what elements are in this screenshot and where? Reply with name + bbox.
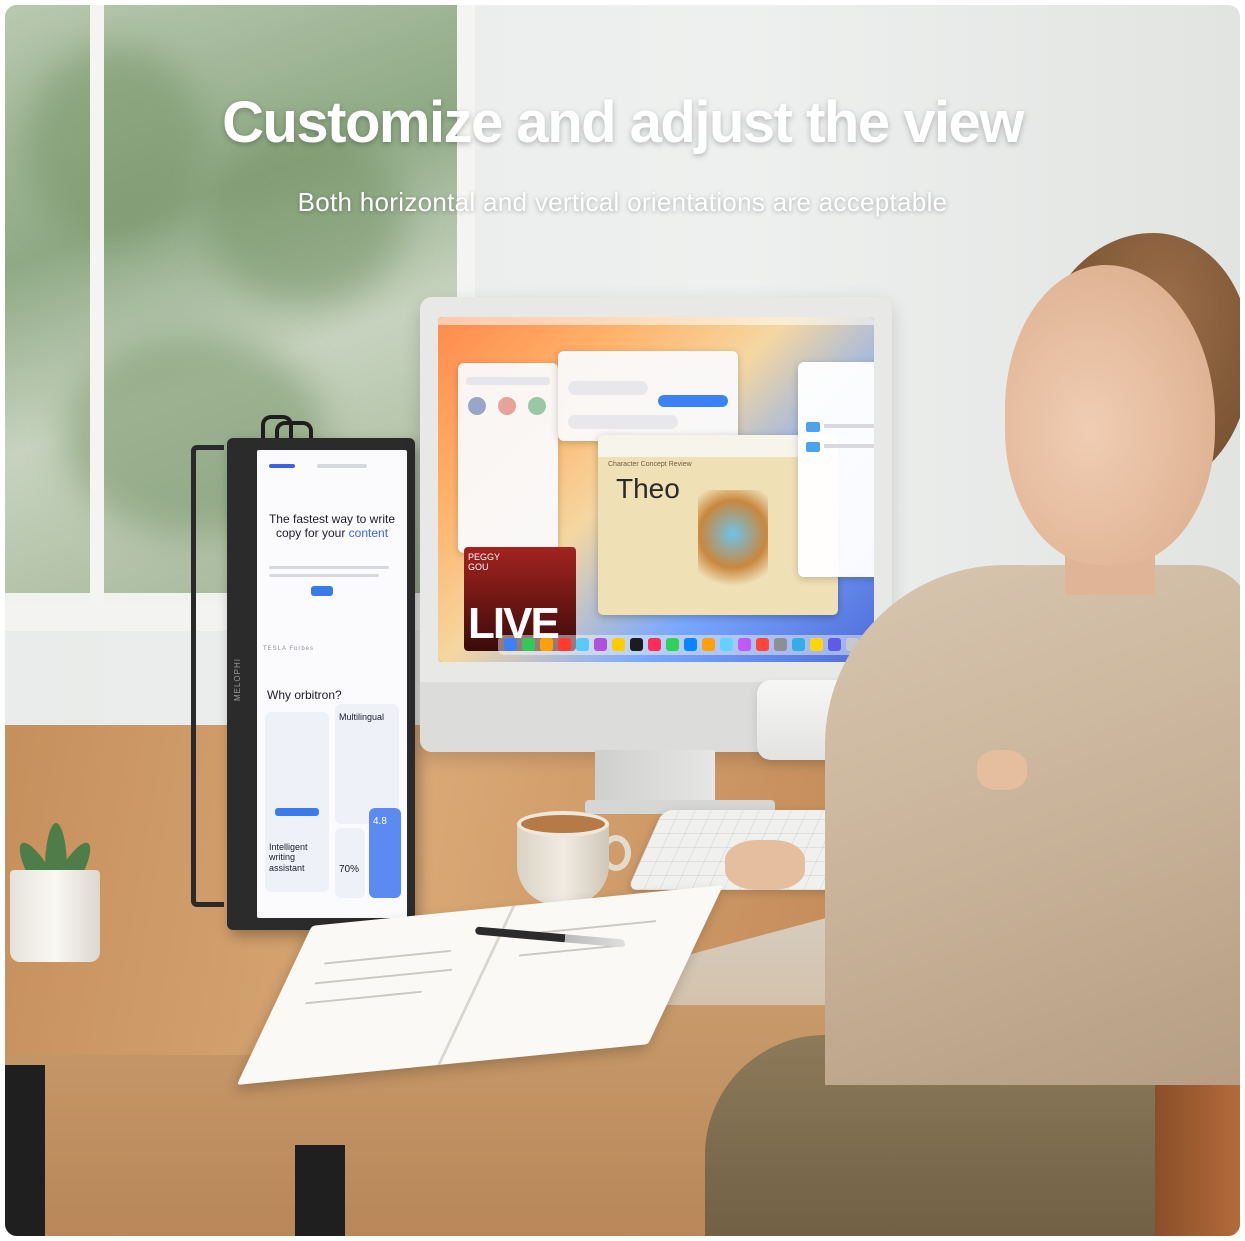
portable-monitor-screen: The fastest way to write copy for your c… — [257, 450, 407, 918]
page-subtitle: Both horizontal and vertical orientation… — [297, 187, 948, 217]
files-panel — [798, 362, 874, 577]
page-title: Customize and adjust the view — [222, 90, 1024, 155]
person-sweater — [825, 565, 1240, 1085]
portable-monitor: MELOPHI The fastest way to write copy fo… — [227, 438, 415, 930]
desk-leg — [5, 1065, 45, 1236]
messages-window — [558, 351, 738, 441]
pm-card-right: Multilingual — [335, 704, 399, 824]
pm-cta-button — [311, 586, 333, 596]
pm-stat-2: 70% — [339, 864, 360, 875]
person-hand — [725, 840, 805, 890]
pm-client-logos: TESLA Forbes — [263, 646, 315, 652]
design-window-title: Theo — [616, 473, 680, 504]
pm-headline: The fastest way to write copy for your c… — [265, 512, 399, 541]
pm-section-title: Why orbitron? — [267, 688, 342, 702]
monitor-brand: MELOPHI — [233, 658, 242, 702]
contacts-window — [458, 363, 558, 553]
person-hand — [977, 750, 1027, 790]
monitor-kickstand — [191, 445, 224, 907]
pm-stat-card-blue: 4.8 — [369, 808, 401, 898]
desk-leg — [295, 1145, 345, 1236]
pm-stat-card: 70% — [335, 828, 365, 898]
pm-headline-accent: content — [348, 526, 389, 541]
plant-pot — [10, 870, 100, 962]
pm-card-title: Multilingual — [339, 712, 385, 722]
pm-stat-1: 4.8 — [373, 816, 387, 827]
dock — [498, 635, 870, 655]
video-tile-name: PEGGY GOU — [468, 552, 501, 572]
design-window-heading: Character Concept Review — [608, 461, 692, 468]
menu-bar — [438, 317, 874, 325]
deer-illustration — [698, 490, 768, 600]
imac-screen: Character Concept Review Theo PEGGY GOU … — [438, 317, 874, 662]
product-photo: MELOPHI The fastest way to write copy fo… — [5, 5, 1240, 1236]
pm-card-left: Intelligent writing assistant — [265, 712, 329, 892]
pm-card-title-2: Intelligent writing assistant — [269, 842, 308, 873]
latte-art — [517, 811, 609, 837]
